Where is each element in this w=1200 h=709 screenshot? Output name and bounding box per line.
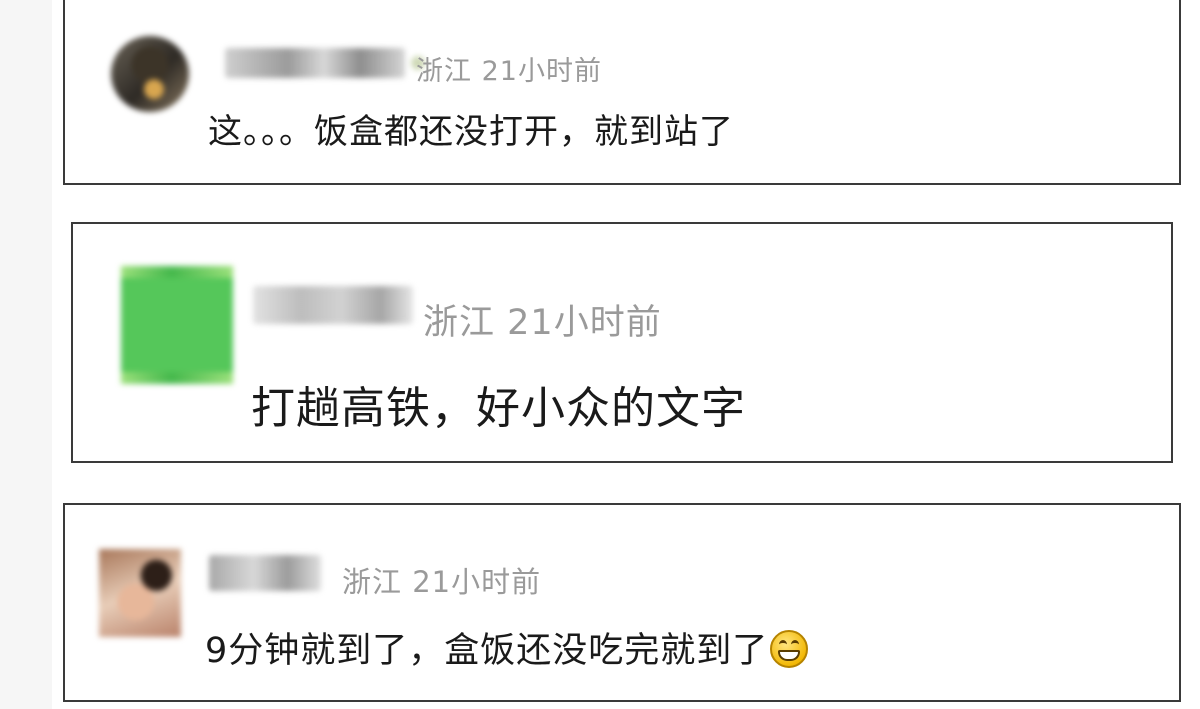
avatar[interactable] xyxy=(99,549,181,637)
comment-meta: 浙江 21小时前 xyxy=(423,294,662,345)
comment-location: 浙江 xyxy=(416,56,472,87)
comment-time: 21小时前 xyxy=(507,303,662,343)
comment-card: 浙江 21小时前 这。。。饭盒都还没打开，就到站了 xyxy=(63,0,1181,185)
comment-meta: 浙江 21小时前 xyxy=(342,559,541,601)
comment-location: 浙江 xyxy=(342,565,403,599)
comment-card: 浙江 21小时前 打趟高铁，好小众的文字 xyxy=(71,222,1173,463)
comment-time: 21小时前 xyxy=(412,565,542,599)
comment-text: 这。。。饭盒都还没打开，就到站了 xyxy=(208,112,734,152)
comment-card: 浙江 21小时前 9分钟就到了，盒饭还没吃完就到了 xyxy=(63,503,1181,702)
grinning-face-icon xyxy=(770,630,809,668)
comment-text-row: 9分钟就到了，盒饭还没吃完就到了 xyxy=(205,622,809,673)
avatar[interactable] xyxy=(111,36,189,112)
screenshot-page: 浙江 21小时前 这。。。饭盒都还没打开，就到站了 浙江 21小时前 打趟高铁，… xyxy=(0,0,1200,709)
blurred-username[interactable] xyxy=(253,286,413,324)
avatar[interactable] xyxy=(121,266,233,384)
blurred-username[interactable] xyxy=(209,555,321,591)
comment-text: 9分钟就到了，盒饭还没吃完就到了 xyxy=(205,631,769,671)
comment-text: 打趟高铁，好小众的文字 xyxy=(251,383,746,434)
comment-time: 21小时前 xyxy=(481,56,602,87)
comment-meta: 浙江 21小时前 xyxy=(416,49,602,88)
blurred-username[interactable] xyxy=(225,48,405,78)
comment-location: 浙江 xyxy=(423,303,496,343)
